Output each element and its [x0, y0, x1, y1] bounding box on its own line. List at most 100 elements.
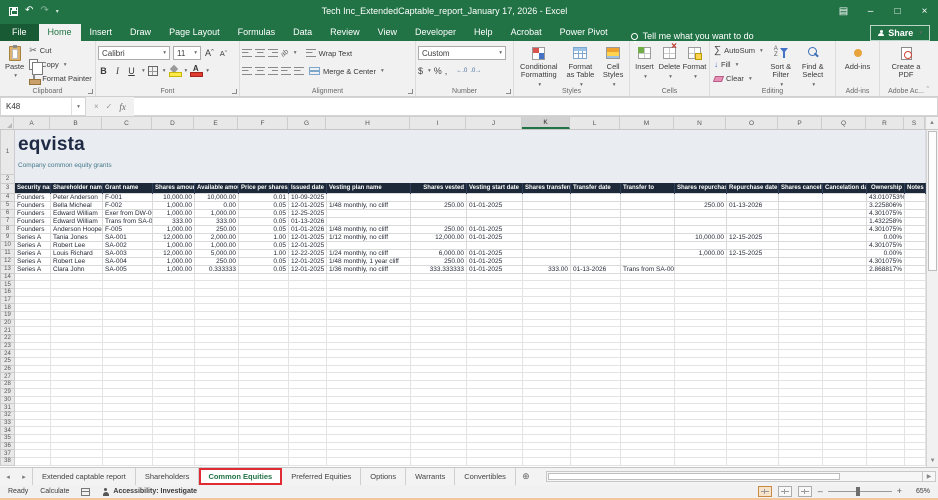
cell[interactable]: 01-01-2025 [467, 233, 523, 241]
cell[interactable] [727, 458, 779, 466]
cell[interactable] [905, 442, 926, 450]
cell[interactable] [289, 350, 327, 358]
cell[interactable] [523, 281, 571, 289]
cell[interactable]: Founders [15, 209, 51, 217]
cell[interactable]: 250.00 [411, 201, 467, 209]
row-header-14[interactable]: 14 [1, 273, 15, 281]
cell[interactable] [15, 419, 51, 427]
cell[interactable] [621, 311, 675, 319]
cell[interactable] [867, 411, 905, 419]
cell[interactable] [621, 442, 675, 450]
row-header-31[interactable]: 31 [1, 404, 15, 412]
new-sheet-icon[interactable]: ⊕ [516, 468, 536, 485]
cell[interactable] [571, 358, 621, 366]
cell[interactable]: Bella Micheal [51, 201, 103, 209]
cell[interactable] [523, 304, 571, 312]
cell[interactable] [523, 193, 571, 201]
table-header-notes[interactable]: Notes [905, 183, 926, 193]
cell[interactable]: 1/36 monthly, no cliff [327, 265, 411, 273]
cell[interactable] [467, 458, 523, 466]
cell[interactable] [239, 335, 289, 343]
cell[interactable] [867, 388, 905, 396]
cell[interactable] [239, 396, 289, 404]
cell[interactable]: 12-01-2025 [289, 265, 327, 273]
cell[interactable] [867, 304, 905, 312]
cell[interactable] [867, 319, 905, 327]
cell[interactable]: 333.00 [195, 217, 239, 225]
cell[interactable]: 1/12 monthly, no cliff [327, 233, 411, 241]
share-button[interactable]: Share ▾ [870, 25, 930, 41]
cell[interactable] [675, 296, 727, 304]
cell[interactable] [195, 373, 239, 381]
cell[interactable] [103, 442, 153, 450]
row-header-18[interactable]: 18 [1, 304, 15, 312]
cell[interactable] [823, 225, 867, 233]
cell[interactable] [327, 335, 411, 343]
row-header-16[interactable]: 16 [1, 288, 15, 296]
cell[interactable] [467, 304, 523, 312]
cell[interactable] [289, 365, 327, 373]
table-header-vesting-plan-name[interactable]: Vesting plan name [327, 183, 411, 193]
cell[interactable] [15, 373, 51, 381]
cell[interactable] [621, 427, 675, 435]
row-header-33[interactable]: 33 [1, 419, 15, 427]
cell[interactable] [103, 411, 153, 419]
row-header-6[interactable]: 6 [1, 209, 15, 217]
cell[interactable]: 4.301075% [867, 241, 905, 249]
cell[interactable] [15, 427, 51, 435]
cell[interactable] [195, 434, 239, 442]
cell[interactable] [103, 311, 153, 319]
cell[interactable] [823, 217, 867, 225]
cell[interactable] [571, 209, 621, 217]
row-header-34[interactable]: 34 [1, 427, 15, 435]
cell[interactable]: 0.01 [239, 193, 289, 201]
format-painter-button[interactable]: Format Painter [27, 72, 94, 85]
close-icon[interactable]: × [911, 0, 938, 22]
cell[interactable] [15, 411, 51, 419]
comma-style-button[interactable]: , [445, 66, 448, 76]
cell[interactable] [571, 427, 621, 435]
table-header-shares-cancelled[interactable]: Shares cancelled [779, 183, 823, 193]
zoom-in-icon[interactable]: + [897, 487, 902, 496]
cell[interactable] [779, 373, 823, 381]
cell[interactable] [195, 411, 239, 419]
cell[interactable] [51, 458, 103, 466]
cell[interactable] [779, 217, 823, 225]
cell[interactable]: 4.301075% [867, 257, 905, 265]
cell[interactable] [467, 442, 523, 450]
cell[interactable]: Robert Lee [51, 241, 103, 249]
cell[interactable] [621, 217, 675, 225]
cell[interactable] [289, 335, 327, 343]
collapse-ribbon-icon[interactable]: ˆ [927, 87, 929, 94]
cell[interactable] [239, 381, 289, 389]
cell[interactable] [411, 281, 467, 289]
logo-band[interactable]: eqvistaCompany common equity grants [15, 130, 926, 174]
cell[interactable] [239, 373, 289, 381]
cell[interactable]: 12,000.00 [411, 233, 467, 241]
cell[interactable] [289, 388, 327, 396]
cell[interactable]: Edward William [51, 217, 103, 225]
cell[interactable] [675, 404, 727, 412]
cell[interactable] [411, 442, 467, 450]
cell[interactable] [51, 381, 103, 389]
cell[interactable] [153, 350, 195, 358]
sheet-nav-left-icon[interactable]: ◂ [0, 468, 16, 485]
row-header-19[interactable]: 19 [1, 311, 15, 319]
cell[interactable] [467, 241, 523, 249]
cell[interactable] [195, 281, 239, 289]
cell[interactable] [675, 281, 727, 289]
cell[interactable] [675, 217, 727, 225]
row-header-3[interactable]: 3 [1, 183, 15, 193]
align-top-icon[interactable] [242, 49, 252, 57]
cell[interactable]: 0.05 [239, 257, 289, 265]
cell[interactable] [327, 193, 411, 201]
align-left-icon[interactable] [242, 67, 252, 75]
cell[interactable] [675, 327, 727, 335]
cell[interactable] [823, 265, 867, 273]
cell[interactable] [621, 365, 675, 373]
cell[interactable]: Peter Anderson [51, 193, 103, 201]
cell[interactable] [867, 381, 905, 389]
cell[interactable] [823, 396, 867, 404]
cell[interactable]: 4.301075% [867, 225, 905, 233]
cell[interactable]: 250.00 [411, 225, 467, 233]
